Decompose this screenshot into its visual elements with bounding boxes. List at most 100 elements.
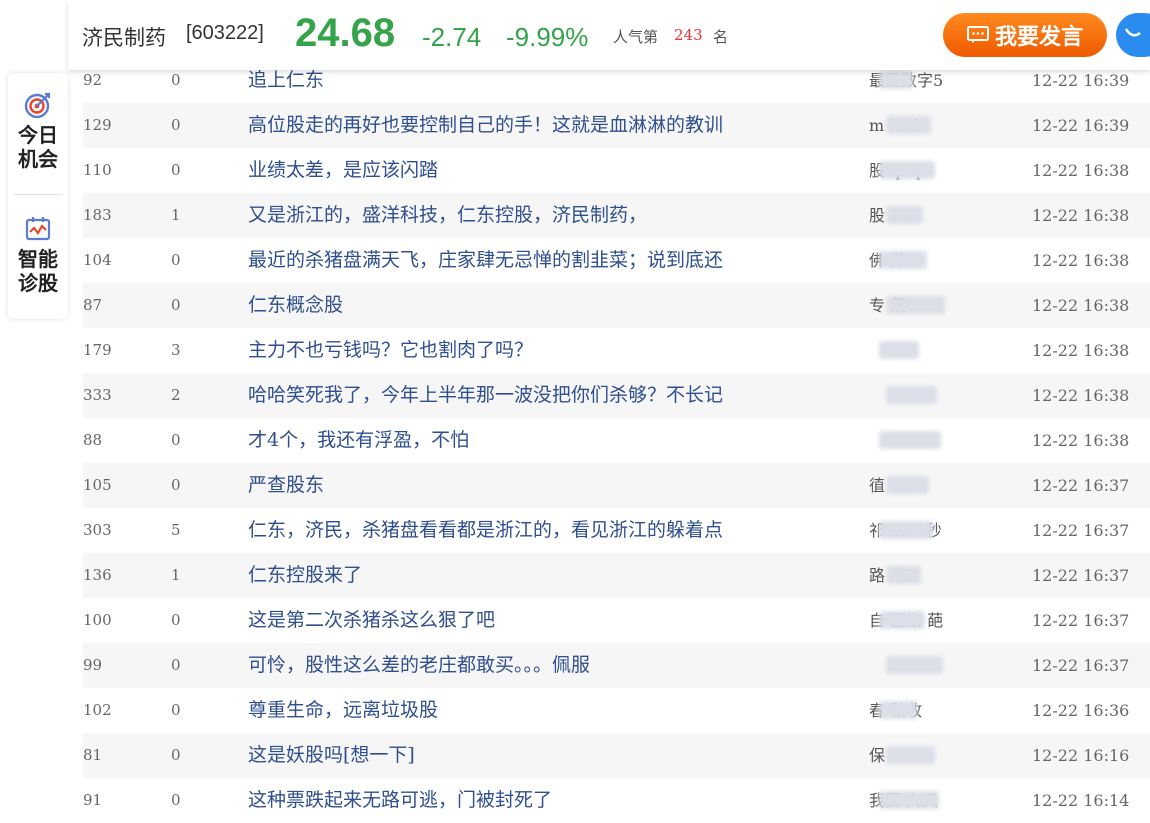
post-button[interactable]: 我要发言 bbox=[943, 13, 1107, 57]
stock-code: [603222] bbox=[186, 22, 264, 44]
author-redaction bbox=[879, 431, 941, 449]
read-count: 183 bbox=[83, 206, 112, 224]
reply-count: 0 bbox=[171, 611, 181, 629]
post-title[interactable]: 仁东概念股 bbox=[248, 283, 343, 328]
target-icon bbox=[24, 92, 51, 119]
post-author[interactable]: 保 bbox=[869, 733, 885, 778]
reply-count: 0 bbox=[171, 431, 181, 449]
post-title[interactable]: 仁东控股来了 bbox=[248, 553, 362, 598]
post-row[interactable]: 1290高位股走的再好也要控制自己的手！这就是血淋淋的教训m laob12-22… bbox=[83, 103, 1150, 148]
post-time: 12-22 16:36 bbox=[1032, 701, 1130, 720]
read-count: 100 bbox=[83, 611, 112, 629]
post-row[interactable]: 3035仁东，济民，杀猪盘看看都是浙江的，看见浙江的躲着点祁 29 0秒12-2… bbox=[83, 508, 1150, 553]
author-redaction bbox=[886, 746, 935, 764]
read-count: 129 bbox=[83, 116, 112, 134]
post-time: 12-22 16:37 bbox=[1032, 521, 1130, 540]
post-row[interactable]: 1000这是第二次杀猪杀这么狠了吧自 区出 葩12-22 16:37 bbox=[83, 598, 1150, 643]
post-title[interactable]: 这种票跌起来无路可逃，门被封死了 bbox=[248, 778, 552, 823]
read-count: 88 bbox=[83, 431, 103, 449]
read-count: 110 bbox=[83, 161, 112, 179]
reply-count: 1 bbox=[171, 206, 181, 224]
post-row[interactable]: 1361仁东控股来了路 来212-22 16:37 bbox=[83, 553, 1150, 598]
post-time: 12-22 16:38 bbox=[1032, 386, 1130, 405]
sidebar-divider bbox=[14, 194, 62, 195]
reply-count: 0 bbox=[171, 701, 181, 719]
post-title[interactable]: 又是浙江的，盛洋科技，仁东控股，济民制药， bbox=[248, 193, 647, 238]
post-time: 12-22 16:38 bbox=[1032, 251, 1130, 270]
post-time: 12-22 16:38 bbox=[1032, 431, 1130, 450]
post-title[interactable]: 哈哈笑死我了，今年上半年那一波没把你们杀够？不长记 bbox=[248, 373, 723, 418]
reply-count: 1 bbox=[171, 566, 181, 584]
post-row[interactable]: 1050严查股东徝 5212-22 16:37 bbox=[83, 463, 1150, 508]
post-row[interactable]: 333 2 哈哈笑死我了，今年上半年那一波没把你们杀够？不长记 12-22 16:38 bbox=[83, 373, 1150, 418]
author-redaction bbox=[886, 476, 929, 494]
post-row[interactable]: 1040最近的杀猪盘满天飞，庄家肆无忌惮的割韭菜；说到底还佛 斧12-22 16… bbox=[83, 238, 1150, 283]
popularity-unit: 名 bbox=[713, 28, 729, 46]
post-row[interactable]: 81 0 这是妖股吗[想一下] 保 12-22 16:16 bbox=[83, 733, 1150, 778]
read-count: 102 bbox=[83, 701, 112, 719]
post-title[interactable]: 这是妖股吗[想一下] bbox=[248, 733, 415, 778]
post-time: 12-22 16:39 bbox=[1032, 116, 1130, 135]
post-row[interactable]: 99 0 可怜，股性这么差的老庄都敢买。。。佩服 12-22 16:37 bbox=[83, 643, 1150, 688]
post-title[interactable]: 尊重生命，远离垃圾股 bbox=[248, 688, 438, 733]
post-row[interactable]: 910这种票跌起来无路可逃，门被封死了我要 九天12-22 16:14 bbox=[83, 778, 1150, 823]
left-sidebar: 今日机会 智能诊股 bbox=[8, 73, 68, 319]
post-title[interactable]: 才4个，我还有浮盈，不怕 bbox=[248, 418, 469, 463]
author-redaction bbox=[886, 116, 931, 134]
price-change: -2.74 bbox=[422, 22, 482, 52]
post-time: 12-22 16:38 bbox=[1032, 296, 1130, 315]
reply-count: 0 bbox=[171, 476, 181, 494]
post-row[interactable]: 88 0 才4个，我还有浮盈，不怕 12-22 16:38 bbox=[83, 418, 1150, 463]
secondary-action-button[interactable] bbox=[1116, 13, 1150, 57]
stock-name[interactable]: 济民制药 bbox=[82, 22, 166, 52]
post-time: 12-22 16:37 bbox=[1032, 611, 1130, 630]
message-icon bbox=[966, 26, 989, 43]
post-title[interactable]: 可怜，股性这么差的老庄都敢买。。。佩服 bbox=[248, 643, 590, 688]
reply-count: 0 bbox=[171, 251, 181, 269]
post-time: 12-22 16:37 bbox=[1032, 476, 1130, 495]
post-time: 12-22 16:16 bbox=[1032, 746, 1130, 765]
post-row[interactable]: 1831又是浙江的，盛洋科技，仁东控股，济民制药，股 3v12-22 16:38 bbox=[83, 193, 1150, 238]
stock-header: 济民制药 [603222] 24.68 -2.74 -9.99% 人气第 243… bbox=[68, 0, 1150, 70]
read-count: 91 bbox=[83, 791, 103, 809]
author-redaction bbox=[879, 701, 917, 719]
reply-count: 0 bbox=[171, 116, 181, 134]
reply-count: 0 bbox=[171, 656, 181, 674]
reply-count: 2 bbox=[171, 386, 181, 404]
post-row[interactable]: 1100业绩太差，是应该闪踏股 ql q12-22 16:38 bbox=[83, 148, 1150, 193]
reply-count: 3 bbox=[171, 341, 181, 359]
popularity-label: 人气第 bbox=[613, 28, 659, 46]
post-title[interactable]: 这是第二次杀猪杀这么狠了吧 bbox=[248, 598, 495, 643]
read-count: 303 bbox=[83, 521, 112, 539]
read-count: 179 bbox=[83, 341, 112, 359]
stock-price: 24.68 bbox=[295, 11, 396, 55]
sidebar-item-smart-diagnosis[interactable]: 智能诊股 bbox=[8, 215, 68, 295]
chart-calendar-icon bbox=[25, 217, 51, 241]
post-row[interactable]: 870仁东概念股专 菜12-22 16:38 bbox=[83, 283, 1150, 328]
reply-count: 0 bbox=[171, 791, 181, 809]
read-count: 99 bbox=[83, 656, 103, 674]
post-title[interactable]: 主力不也亏钱吗？它也割肉了吗？ bbox=[248, 328, 533, 373]
post-row[interactable]: 179 3 主力不也亏钱吗？它也割肉了吗？ 12-22 16:38 bbox=[83, 328, 1150, 373]
action-icon bbox=[1124, 28, 1141, 37]
sidebar-item-label: 今日机会 bbox=[18, 123, 58, 171]
author-redaction bbox=[886, 566, 921, 584]
post-title[interactable]: 严查股东 bbox=[248, 463, 324, 508]
post-title[interactable]: 业绩太差，是应该闪踏 bbox=[248, 148, 438, 193]
read-count: 105 bbox=[83, 476, 112, 494]
read-count: 81 bbox=[83, 746, 103, 764]
post-row[interactable]: 1020尊重生命，远离垃圾股春 秋收12-22 16:36 bbox=[83, 688, 1150, 733]
post-time: 12-22 16:14 bbox=[1032, 791, 1130, 810]
post-title[interactable]: 最近的杀猪盘满天飞，庄家肆无忌惮的割韭菜；说到底还 bbox=[248, 238, 723, 283]
author-redaction bbox=[879, 71, 913, 89]
sidebar-item-today-opportunity[interactable]: 今日机会 bbox=[8, 91, 68, 171]
post-time: 12-22 16:38 bbox=[1032, 341, 1130, 360]
reply-count: 0 bbox=[171, 746, 181, 764]
popularity-rank: 243 bbox=[674, 26, 703, 44]
read-count: 87 bbox=[83, 296, 103, 314]
post-title[interactable]: 高位股走的再好也要控制自己的手！这就是血淋淋的教训 bbox=[248, 103, 723, 148]
author-redaction bbox=[879, 341, 919, 359]
post-title[interactable]: 仁东，济民，杀猪盘看看都是浙江的，看见浙江的躲着点 bbox=[248, 508, 723, 553]
author-redaction bbox=[886, 386, 937, 404]
read-count: 104 bbox=[83, 251, 112, 269]
